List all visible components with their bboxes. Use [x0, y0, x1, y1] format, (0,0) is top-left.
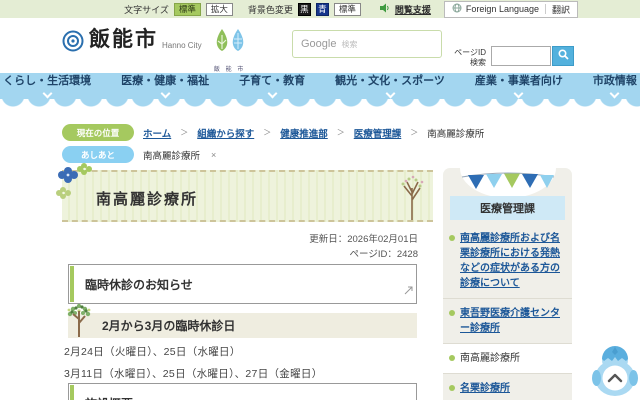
sidebar-links: 南高麗診療所および名栗診療所における発熱などの症状がある方の診療について 東吾野… — [443, 224, 572, 400]
nav-wave-edge — [0, 99, 640, 108]
nav-item-kosodate[interactable]: 子育て・教育 — [239, 72, 305, 98]
magnifier-icon — [557, 47, 569, 65]
breadcrumb: 現在の位置 ホーム ＞ 組織から探す ＞ 健康推進部 ＞ 医療管理課 ＞ 南高麗… — [62, 124, 484, 141]
sidebar: 医療管理課 南高麗診療所および名栗診療所における発熱などの症状がある方の診療につ… — [443, 168, 572, 400]
city-name-en: Hanno City — [162, 41, 202, 50]
site-search-input[interactable]: Google 検索 — [292, 30, 442, 58]
chevron-down-icon — [385, 88, 395, 98]
chevron-down-icon — [42, 88, 53, 98]
divider — [544, 4, 546, 14]
site-header: 飯能市 Hanno City 飯 能 市 Google 検索 ファイル種別 すべ… — [0, 18, 640, 87]
breadcrumb-org-link[interactable]: 組織から探す — [197, 126, 254, 140]
bg-blue-button[interactable]: 青 — [315, 2, 329, 16]
breadcrumb-home-link[interactable]: ホーム — [143, 126, 171, 140]
bullet-icon — [449, 355, 455, 361]
page-id-search-label: ページID 検索 — [454, 48, 486, 67]
search-placeholder: 検索 — [341, 39, 358, 49]
green-accent-bar — [70, 385, 74, 400]
bg-black-button[interactable]: 黒 — [297, 2, 311, 16]
tree-decoration-icon — [397, 174, 427, 227]
facility-title: 施設概要 — [69, 384, 416, 400]
breadcrumb-kenko-link[interactable]: 健康推進部 — [280, 126, 328, 140]
page-id-search-button[interactable] — [552, 46, 574, 66]
sidebar-title: 医療管理課 — [450, 196, 565, 220]
flower-decoration-icon — [54, 158, 96, 207]
page-id-value: ページID：2428 — [349, 249, 418, 260]
city-leaf-mark: 飯 能 市 — [212, 27, 248, 73]
expand-corner-icon — [404, 282, 413, 300]
nav-item-kanko[interactable]: 観光・文化・スポーツ — [335, 72, 445, 98]
nav-item-shisei[interactable]: 市政情報 — [593, 72, 637, 98]
bg-color-label: 背景色変更 — [247, 4, 293, 15]
footprint-item[interactable]: 南高麗診療所 — [143, 148, 200, 162]
city-name: 飯能市 — [89, 28, 158, 51]
updated-date: 更新日：2026年02月01日 — [309, 234, 418, 245]
google-brand: Google — [301, 38, 337, 50]
bird-icon — [592, 346, 638, 396]
bullet-icon — [449, 235, 455, 241]
sidebar-link-fever-care[interactable]: 南高麗診療所および名栗診療所における発熱などの症状がある方の診療について — [443, 224, 572, 299]
tree-icon — [64, 299, 94, 344]
temporary-closure-notice-box[interactable]: 臨時休診のお知らせ — [68, 264, 417, 304]
translate-link[interactable]: 翻訳 — [552, 3, 570, 16]
closure-line-2: 3月11日（水曜日）、25日（水曜日）、27日（金曜日） — [64, 368, 323, 380]
font-size-standard-button[interactable]: 標準 — [173, 2, 201, 16]
bullet-icon — [449, 385, 455, 391]
utility-bar: 文字サイズ 標準 拡大 背景色変更 黒 青 標準 閲覧支援 Foreign La… — [0, 0, 640, 18]
foreign-language-label: Foreign Language — [465, 4, 539, 14]
chevron-down-icon — [609, 88, 620, 98]
bullet-icon — [449, 310, 455, 316]
page: 文字サイズ 標準 拡大 背景色変更 黒 青 標準 閲覧支援 Foreign La… — [0, 0, 640, 400]
global-nav: くらし・生活環境 医療・健康・福祉 子育て・教育 観光・文化・スポーツ 産業・事… — [0, 73, 640, 99]
footprint-close-button[interactable]: × — [211, 150, 216, 160]
font-size-enlarge-button[interactable]: 拡大 — [205, 2, 233, 16]
city-logo[interactable]: 飯能市 Hanno City 飯 能 市 — [62, 27, 248, 73]
bg-standard-button[interactable]: 標準 — [333, 2, 361, 16]
foreign-language-select[interactable]: Foreign Language 翻訳 — [443, 0, 578, 18]
section-title: 2月から3月の臨時休診日 — [102, 319, 236, 333]
chevron-down-icon — [513, 88, 524, 98]
chevron-down-icon — [160, 88, 171, 98]
speaker-icon — [379, 3, 390, 15]
closure-line-1: 2月24日（火曜日）、25日（水曜日） — [64, 346, 241, 358]
sidebar-link-higashiagano[interactable]: 東吾野医療介護センター診療所 — [443, 299, 572, 344]
page-title-banner: 南高麗診療所 — [56, 163, 433, 222]
bunting-flags-icon — [460, 171, 556, 198]
nav-item-kurashi[interactable]: くらし・生活環境 — [3, 72, 91, 98]
green-accent-bar — [70, 266, 74, 302]
chevron-down-icon — [267, 88, 278, 98]
browse-support-link[interactable]: 閲覧支援 — [395, 3, 431, 16]
breadcrumb-iryokanri-link[interactable]: 医療管理課 — [354, 126, 402, 140]
nav-item-iryo[interactable]: 医療・健康・福祉 — [121, 72, 209, 98]
breadcrumb-current: 南高麗診療所 — [427, 128, 485, 140]
globe-icon — [452, 3, 462, 15]
page-id-input[interactable] — [491, 46, 551, 66]
sidebar-link-naguri[interactable]: 名栗診療所 — [443, 374, 572, 400]
current-location-badge: 現在の位置 — [62, 124, 134, 141]
font-size-label: 文字サイズ — [124, 4, 169, 15]
notice-title: 臨時休診のお知らせ — [85, 278, 193, 292]
scroll-to-top-button[interactable] — [592, 342, 638, 398]
page-title: 南高麗診療所 — [96, 191, 199, 208]
sidebar-item-current: 南高麗診療所 — [443, 344, 572, 374]
nav-item-sangyo[interactable]: 産業・事業者向け — [475, 72, 563, 98]
closure-dates-heading: 2月から3月の臨時休診日 — [67, 303, 417, 338]
city-emblem-icon — [62, 30, 84, 57]
facility-overview-box[interactable]: 施設概要 — [68, 383, 417, 400]
